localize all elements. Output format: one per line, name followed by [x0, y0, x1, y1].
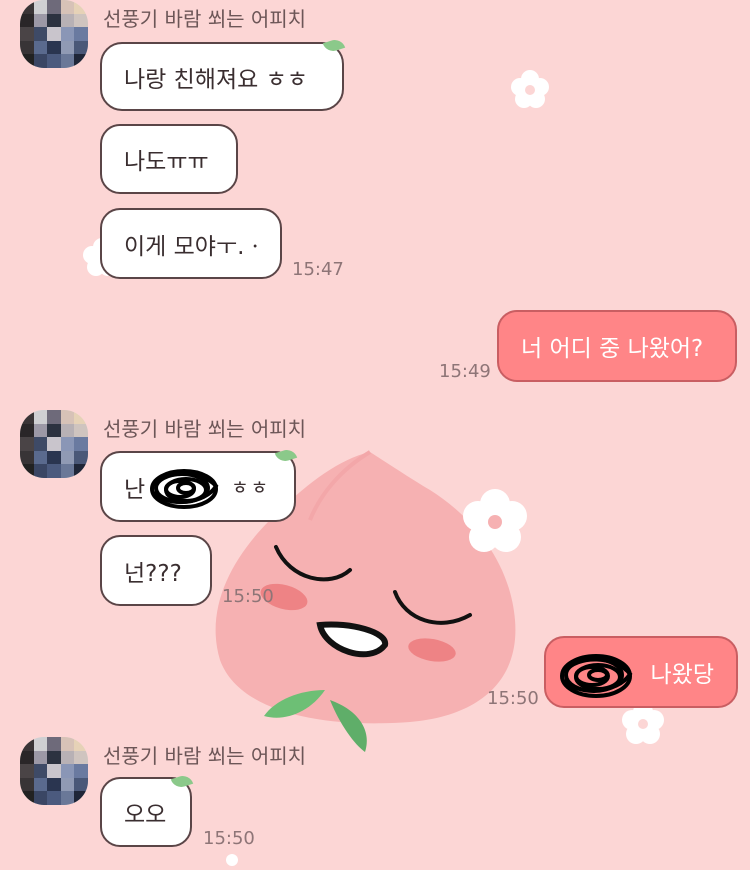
- flower-icon: [511, 70, 549, 108]
- message-text: 나왔당: [650, 662, 714, 688]
- flower-icon: [622, 702, 664, 744]
- avatar[interactable]: [20, 737, 88, 805]
- message-time: 15:47: [292, 259, 344, 280]
- sender-name: 선풍기 바람 쐬는 어피치: [103, 417, 307, 441]
- message-text: 넌???: [124, 560, 182, 587]
- message-bubble[interactable]: 넌???: [100, 535, 212, 606]
- avatar[interactable]: [20, 0, 88, 68]
- message-text: 나도ㅠㅠ: [124, 149, 209, 175]
- message-time: 15:50: [203, 828, 255, 849]
- message-time: 15:49: [439, 361, 491, 382]
- scribble-redaction: [150, 469, 219, 509]
- message-text: 오오: [124, 802, 167, 828]
- message-text: 난: [124, 476, 146, 503]
- message-time: 15:50: [222, 586, 274, 607]
- message-text-suffix: ㅎㅎ: [231, 477, 271, 499]
- message-bubble[interactable]: 이게 모야ㅜ.ㆍ: [100, 208, 282, 279]
- message-bubble[interactable]: 나도ㅠㅠ: [100, 124, 238, 194]
- message-bubble[interactable]: 너 어디 중 나왔어?: [497, 310, 737, 382]
- message-text: 너 어디 중 나왔어?: [521, 336, 704, 362]
- sender-name: 선풍기 바람 쐬는 어피치: [103, 744, 307, 768]
- message-time: 15:50: [487, 688, 539, 709]
- message-text: 이게 모야ㅜ.ㆍ: [124, 233, 266, 260]
- message-text: 나랑 친해져요 ㅎㅎ: [124, 66, 308, 93]
- avatar[interactable]: [20, 410, 88, 478]
- message-bubble[interactable]: 나랑 친해져요 ㅎㅎ: [100, 42, 344, 111]
- flower-icon: [226, 854, 238, 866]
- sender-name: 선풍기 바람 쐬는 어피치: [103, 7, 307, 31]
- message-bubble[interactable]: 오오: [100, 777, 192, 847]
- flower-icon: [463, 489, 527, 552]
- scribble-redaction: [560, 654, 633, 698]
